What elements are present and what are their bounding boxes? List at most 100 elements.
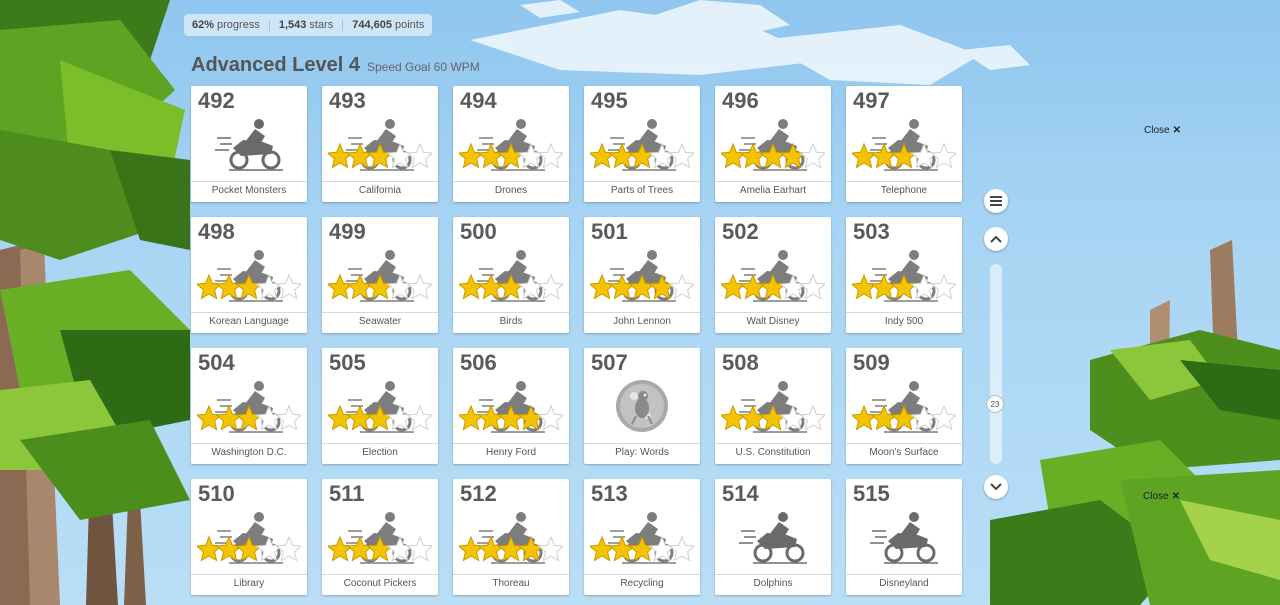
star-rating [721, 273, 825, 300]
lesson-name: Telephone [880, 185, 928, 196]
close-button[interactable]: Close ✕ [1144, 125, 1181, 136]
star-filled-icon [197, 404, 223, 431]
lesson-card[interactable]: 495 Parts of Trees [584, 86, 700, 202]
card-divider [453, 312, 569, 313]
lesson-card[interactable]: 513 Recycling [584, 479, 700, 595]
scroll-up-button[interactable] [984, 227, 1008, 251]
card-divider [191, 181, 307, 182]
card-divider [191, 574, 307, 575]
star-filled-icon [721, 273, 747, 300]
star-rating [459, 404, 563, 431]
star-rating [852, 273, 956, 300]
star-filled-icon [477, 404, 505, 431]
star-filled-icon [608, 273, 636, 300]
card-divider [584, 574, 700, 575]
lesson-name: U.S. Constitution [735, 447, 811, 458]
lesson-number: 493 [329, 88, 366, 113]
star-rating [459, 535, 563, 562]
lesson-number: 514 [722, 481, 759, 506]
star-empty-icon [648, 535, 676, 562]
lesson-card[interactable]: 514 Dolphins [715, 479, 831, 595]
card-divider [715, 574, 831, 575]
star-rating [328, 273, 432, 300]
lesson-card[interactable]: 515 Disneyland [846, 479, 962, 595]
lesson-card[interactable]: 509 Moon's Surface [846, 348, 962, 464]
star-filled-icon [890, 273, 918, 300]
lesson-card[interactable]: 494 Drones [453, 86, 569, 202]
lesson-number: 504 [198, 350, 235, 375]
scroll-thumb[interactable]: 23 [986, 395, 1004, 413]
lesson-number: 511 [329, 481, 365, 506]
menu-icon [990, 196, 1002, 206]
lesson-card[interactable]: 496 Amelia Earhart [715, 86, 831, 202]
star-filled-icon [346, 142, 374, 169]
card-divider [453, 443, 569, 444]
star-empty-icon [517, 142, 545, 169]
card-divider [584, 443, 700, 444]
star-filled-icon [346, 404, 374, 431]
star-empty-icon [537, 404, 563, 431]
star-filled-icon [477, 273, 505, 300]
lesson-number: 494 [460, 88, 497, 113]
lesson-number: 503 [853, 219, 890, 244]
lesson-name: Pocket Monsters [211, 185, 287, 196]
lesson-card[interactable]: 493 California [322, 86, 438, 202]
star-filled-icon [628, 273, 656, 300]
lesson-name: Amelia Earhart [739, 185, 807, 196]
scroll-track[interactable] [990, 264, 1002, 464]
lesson-card[interactable]: 502 Walt Disney [715, 217, 831, 333]
star-filled-icon [608, 535, 636, 562]
star-empty-icon [386, 142, 414, 169]
lesson-card[interactable]: 500 Birds [453, 217, 569, 333]
level-header: Advanced Level 4 Speed Goal 60 WPM [191, 54, 480, 77]
star-filled-icon [235, 273, 263, 300]
lesson-card[interactable]: 511 Coconut Pickers [322, 479, 438, 595]
star-filled-icon [890, 142, 918, 169]
lesson-card[interactable]: 504 Washington D.C. [191, 348, 307, 464]
star-rating [852, 142, 956, 169]
star-filled-icon [477, 142, 505, 169]
lesson-card[interactable]: 507 Play: Words [584, 348, 700, 464]
lesson-grid: 492 Pocket Monsters 493 California 494 Drones… [191, 86, 962, 595]
lesson-card[interactable]: 498 Korean Language [191, 217, 307, 333]
star-filled-icon [497, 273, 525, 300]
card-divider [846, 181, 962, 182]
star-filled-icon [739, 273, 767, 300]
star-rating [590, 273, 694, 300]
lesson-card[interactable]: 497 Telephone [846, 86, 962, 202]
star-rating [328, 535, 432, 562]
star-filled-icon [759, 273, 787, 300]
lesson-card[interactable]: 492 Pocket Monsters [191, 86, 307, 202]
lesson-name: Play: Words [615, 447, 669, 458]
star-empty-icon [255, 273, 283, 300]
card-divider [584, 312, 700, 313]
lesson-card[interactable]: 510 Library [191, 479, 307, 595]
star-filled-icon [890, 404, 918, 431]
points-label: points [394, 19, 425, 31]
card-divider [453, 574, 569, 575]
menu-button[interactable] [984, 189, 1008, 213]
lesson-name: Recycling [620, 578, 664, 589]
scroll-down-button[interactable] [984, 475, 1008, 499]
lesson-card[interactable]: 508 U.S. Constitution [715, 348, 831, 464]
star-empty-icon [537, 535, 563, 562]
star-empty-icon [779, 404, 807, 431]
card-divider [322, 443, 438, 444]
close-button[interactable]: Close ✕ [1143, 491, 1180, 502]
star-empty-icon [799, 404, 825, 431]
lesson-name: John Lennon [613, 316, 671, 327]
lesson-card[interactable]: 499 Seawater [322, 217, 438, 333]
star-rating [328, 142, 432, 169]
lesson-card[interactable]: 503 Indy 500 [846, 217, 962, 333]
lesson-card[interactable]: 501 John Lennon [584, 217, 700, 333]
lesson-card[interactable]: 512 Thoreau [453, 479, 569, 595]
lesson-number: 513 [591, 481, 628, 506]
stars-value: 1,543 [278, 19, 307, 31]
lesson-card[interactable]: 505 Election [322, 348, 438, 464]
star-filled-icon [590, 273, 616, 300]
chevron-down-icon [990, 483, 1002, 491]
lesson-card[interactable]: 506 Henry Ford [453, 348, 569, 464]
star-rating [197, 535, 301, 562]
lesson-number: 495 [591, 88, 628, 113]
star-filled-icon [870, 404, 898, 431]
